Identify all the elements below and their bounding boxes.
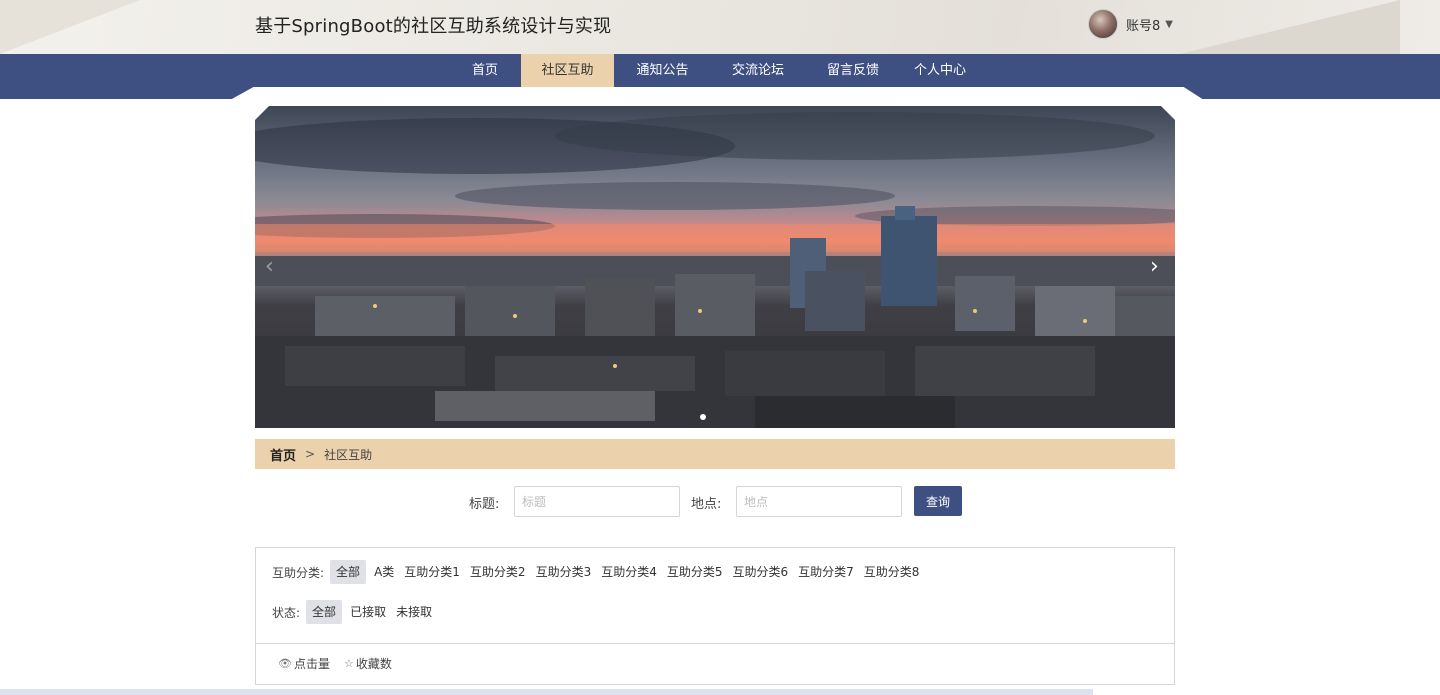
nav-decoration xyxy=(0,87,1440,99)
category-chip-a[interactable]: A类 xyxy=(369,560,399,584)
nav-item-personal-center[interactable]: 个人中心 xyxy=(901,54,979,87)
category-chip-6[interactable]: 互助分类6 xyxy=(727,560,793,584)
status-chip-all[interactable]: 全部 xyxy=(306,600,343,624)
search-button[interactable]: 查询 xyxy=(914,486,962,516)
browser-status-bar xyxy=(0,689,1093,695)
category-chip-3[interactable]: 互助分类3 xyxy=(531,560,597,584)
category-chip-4[interactable]: 互助分类4 xyxy=(596,560,662,584)
top-header xyxy=(0,0,1440,54)
star-icon: ☆ xyxy=(343,657,354,670)
sort-by-clicks[interactable]: 👁 点击量 xyxy=(278,655,330,672)
carousel-indicator[interactable] xyxy=(700,414,706,420)
breadcrumb-current: 社区互助 xyxy=(324,447,373,462)
title-search-input[interactable] xyxy=(514,486,680,517)
carousel-next-icon[interactable]: › xyxy=(1150,254,1159,279)
site-title: 基于SpringBoot的社区互助系统设计与实现 xyxy=(255,16,612,37)
status-filter-row: 状态: 全部 已接取 未接取 xyxy=(272,600,437,624)
category-chip-5[interactable]: 互助分类5 xyxy=(662,560,728,584)
sort-by-favorites[interactable]: ☆ 收藏数 xyxy=(344,655,392,672)
caret-down-icon[interactable]: ▼ xyxy=(1165,19,1173,30)
sort-favorites-label: 收藏数 xyxy=(355,657,392,671)
city-skyline-image xyxy=(255,112,1175,428)
nav-item-forum[interactable]: 交流论坛 xyxy=(711,54,805,87)
nav-item-community-help[interactable]: 社区互助 xyxy=(521,54,614,87)
status-filter-label: 状态: xyxy=(272,605,301,620)
location-label: 地点: xyxy=(691,497,722,512)
breadcrumb-home[interactable]: 首页 xyxy=(270,445,296,464)
category-filter-label: 互助分类: xyxy=(272,565,325,580)
title-label: 标题: xyxy=(469,497,500,512)
category-chip-1[interactable]: 互助分类1 xyxy=(399,560,465,584)
breadcrumb: 首页 > 社区互助 xyxy=(255,439,1175,469)
status-chip-accepted[interactable]: 已接取 xyxy=(345,600,391,624)
status-chip-not-accepted[interactable]: 未接取 xyxy=(391,600,437,624)
sort-bar: 👁 点击量 ☆ 收藏数 xyxy=(255,643,1175,685)
nav-item-feedback[interactable]: 留言反馈 xyxy=(805,54,901,87)
category-chip-all[interactable]: 全部 xyxy=(330,560,367,584)
nav-item-home[interactable]: 首页 xyxy=(450,54,520,87)
category-chip-7[interactable]: 互助分类7 xyxy=(793,560,859,584)
user-menu[interactable]: 账号8 ▼ xyxy=(1088,8,1173,40)
header-decoration-right xyxy=(1180,0,1400,54)
filter-panel: 互助分类: 全部 A类 互助分类1 互助分类2 互助分类3 互助分类4 互助分类… xyxy=(255,547,1175,644)
category-chip-8[interactable]: 互助分类8 xyxy=(859,560,925,584)
category-chip-2[interactable]: 互助分类2 xyxy=(465,560,531,584)
nav-item-notices[interactable]: 通知公告 xyxy=(614,54,711,87)
banner-carousel[interactable] xyxy=(255,106,1175,428)
breadcrumb-separator: > xyxy=(305,447,316,461)
header-decoration-left xyxy=(0,0,140,54)
category-filter-row: 互助分类: 全部 A类 互助分类1 互助分类2 互助分类3 互助分类4 互助分类… xyxy=(272,560,924,584)
sort-clicks-label: 点击量 xyxy=(293,657,330,671)
avatar[interactable] xyxy=(1088,9,1118,39)
username[interactable]: 账号8 xyxy=(1126,15,1160,34)
location-search-input[interactable] xyxy=(736,486,902,517)
carousel-prev-icon[interactable]: ‹ xyxy=(265,254,274,279)
eye-icon: 👁 xyxy=(278,657,292,670)
